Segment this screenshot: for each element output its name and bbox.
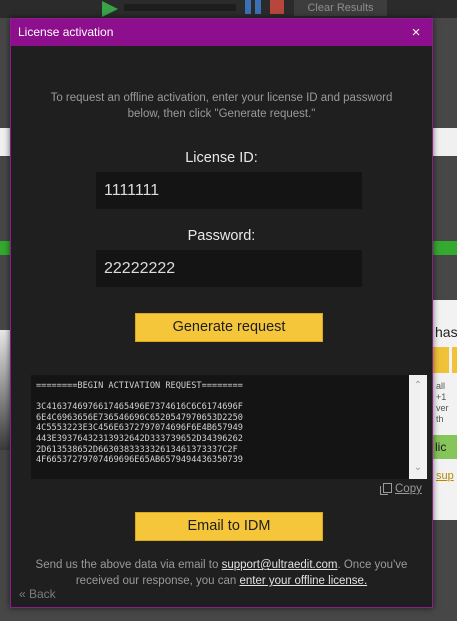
background-promo-heading: has [435,324,457,340]
pause-icon[interactable] [245,0,251,14]
generate-request-button[interactable]: Generate request [135,313,323,342]
footer-text: Send us the above data via email to supp… [21,557,422,589]
close-icon[interactable]: × [406,19,426,46]
background-progress-bar [124,4,236,11]
stop-icon[interactable] [270,0,284,14]
support-email-link[interactable]: support@ultraedit.com [222,559,338,571]
background-yellow-button[interactable] [433,347,449,373]
dialog-titlebar: License activation × [11,19,432,46]
background-promo-text: all +1 ver th [436,381,457,425]
pause-icon-bar [255,0,261,14]
dialog-title: License activation [18,25,114,39]
scroll-up-icon[interactable]: ⌃ [409,377,427,395]
background-progress-green-right [433,241,457,255]
license-activation-dialog: License activation × To request an offli… [10,18,433,608]
offline-license-link[interactable]: enter your offline license. [240,575,368,587]
copy-label: Copy [395,483,422,495]
password-label: Password: [187,228,256,244]
play-icon[interactable] [102,1,118,17]
background-promo-line-2: ver th [436,403,449,424]
intro-text: To request an offline activation, enter … [50,92,393,120]
password-input[interactable] [96,250,362,287]
copy-icon [380,483,392,495]
email-to-idm-button[interactable]: Email to IDM [135,512,323,541]
license-id-input[interactable] [96,172,362,209]
license-id-label: License ID: [185,150,258,166]
copy-button[interactable]: Copy [380,483,422,495]
background-yellow-button-2[interactable] [452,347,457,373]
background-panel-right [433,128,457,156]
background-license-button[interactable]: lic [433,435,457,459]
footer-text-part-1: Send us the above data via email to [35,559,222,571]
clear-results-button[interactable]: Clear Results [294,0,387,16]
background-promo-line-1: all +1 [436,381,447,402]
activation-request-textarea[interactable]: ========BEGIN ACTIVATION REQUEST========… [31,375,427,479]
scroll-down-icon[interactable]: ⌄ [409,459,427,477]
back-button[interactable]: « Back [19,587,56,601]
activation-request-text: ========BEGIN ACTIVATION REQUEST========… [36,381,243,466]
dialog-content: To request an offline activation, enter … [11,46,432,607]
background-support-link[interactable]: sup [436,470,454,482]
request-scrollbar[interactable]: ⌃ ⌄ [409,375,427,479]
